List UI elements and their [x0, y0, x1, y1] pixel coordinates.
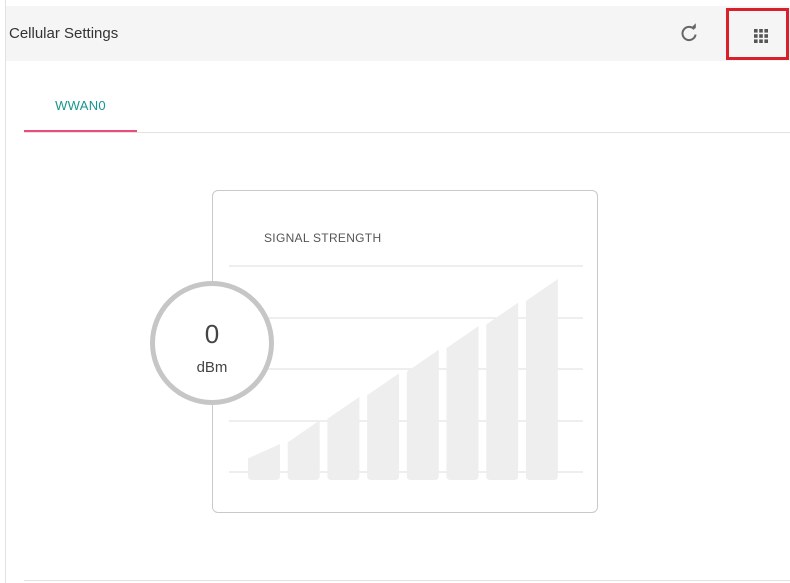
signal-bar-7	[486, 302, 519, 480]
signal-gauge: 0 dBm	[150, 281, 274, 405]
signal-bar-1	[248, 444, 280, 480]
apps-grid-icon	[754, 29, 768, 43]
signal-bar-3	[327, 396, 360, 480]
refresh-icon	[681, 23, 697, 42]
signal-value: 0	[204, 319, 220, 349]
signal-bar-4	[367, 373, 400, 480]
signal-bar-8	[525, 279, 558, 480]
apps-menu-button[interactable]	[726, 8, 789, 60]
signal-bar-6	[446, 326, 479, 480]
tabs-divider	[24, 132, 790, 133]
left-border	[5, 0, 6, 583]
tab-wwan0[interactable]: WWAN0	[24, 87, 137, 131]
signal-unit: dBm	[196, 359, 228, 376]
signal-bar-2	[287, 420, 320, 480]
signal-bar-5	[406, 349, 439, 480]
page-title: Cellular Settings	[9, 25, 119, 42]
bottom-divider	[24, 580, 790, 581]
header-bar: Cellular Settings	[6, 6, 790, 61]
refresh-button[interactable]	[678, 22, 700, 44]
